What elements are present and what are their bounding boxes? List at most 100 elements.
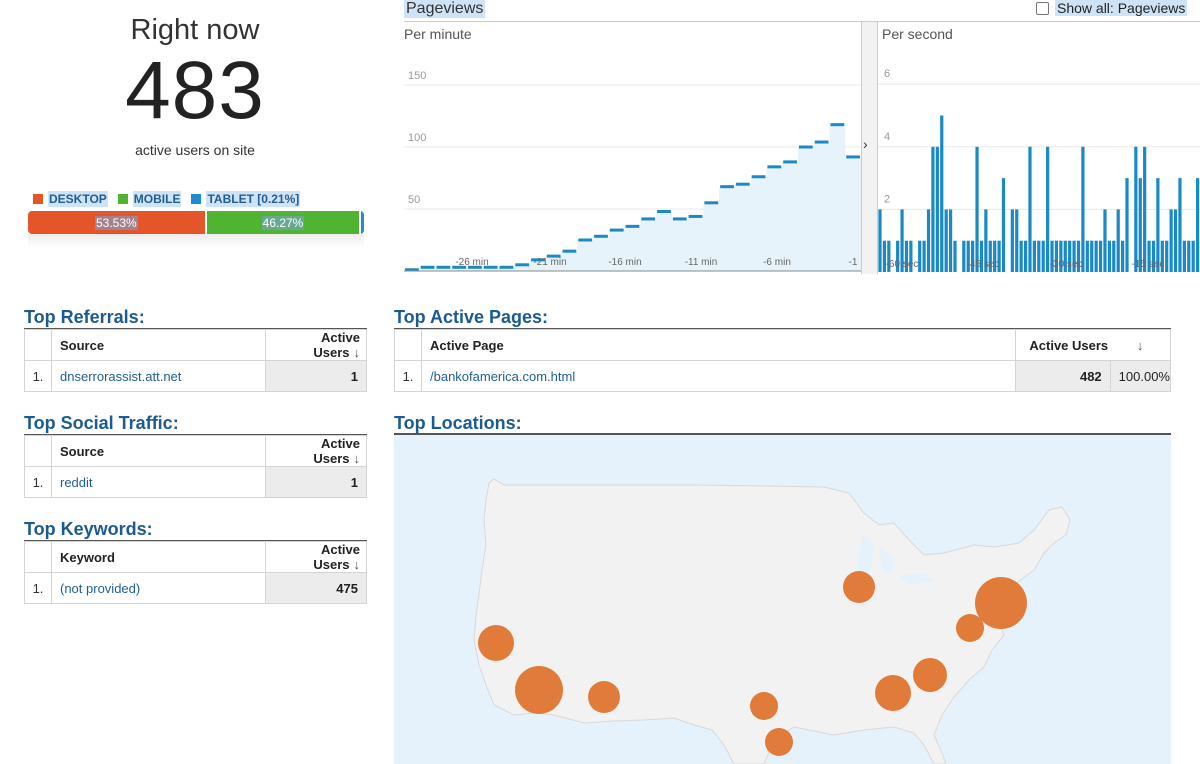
per-minute-step[interactable] xyxy=(609,228,624,232)
per-minute-step[interactable] xyxy=(657,209,671,213)
per-second-bar[interactable] xyxy=(1138,178,1142,272)
per-second-bar[interactable] xyxy=(926,209,931,272)
per-second-bar[interactable] xyxy=(922,240,926,272)
per-second-bar[interactable] xyxy=(1134,146,1138,272)
per-second-bar[interactable] xyxy=(918,240,922,272)
per-minute-step[interactable] xyxy=(420,265,435,269)
per-second-bar[interactable] xyxy=(1098,240,1103,272)
per-second-bar[interactable] xyxy=(1143,146,1147,272)
show-all-checkbox[interactable] xyxy=(1036,1,1049,15)
per-second-bar[interactable] xyxy=(940,115,944,273)
source-column-header[interactable]: Source xyxy=(51,329,266,361)
per-second-bar[interactable] xyxy=(1121,240,1125,272)
per-second-bar[interactable] xyxy=(1156,178,1160,272)
per-minute-step[interactable] xyxy=(735,182,750,186)
per-minute-step[interactable] xyxy=(578,238,593,242)
per-second-bar[interactable] xyxy=(1107,240,1111,272)
active-users-column-header[interactable]: Active Users xyxy=(1014,329,1111,361)
location-bubble[interactable] xyxy=(956,614,984,642)
per-minute-step[interactable] xyxy=(562,249,577,253)
per-minute-step[interactable] xyxy=(767,165,782,169)
per-second-bar[interactable] xyxy=(1028,146,1032,272)
per-second-bar[interactable] xyxy=(1191,240,1195,272)
per-second-bar[interactable] xyxy=(975,146,979,272)
sort-arrow-icon[interactable]: ↓ xyxy=(1137,338,1144,353)
per-second-bar[interactable] xyxy=(1032,240,1036,272)
location-bubble[interactable] xyxy=(765,728,793,756)
per-minute-step[interactable] xyxy=(641,217,656,221)
per-second-bar[interactable] xyxy=(931,146,935,272)
keyword-link[interactable]: (not provided) xyxy=(51,572,266,604)
per-second-bar[interactable] xyxy=(1178,178,1182,272)
locations-map[interactable] xyxy=(394,435,1171,764)
active-users-column-header[interactable]: Active Users ↓ xyxy=(265,435,367,467)
sort-arrow-icon[interactable]: ↓ xyxy=(354,557,361,572)
location-bubble[interactable] xyxy=(913,658,947,692)
per-second-bar[interactable] xyxy=(1046,146,1050,272)
per-second-bar[interactable] xyxy=(1195,178,1200,272)
per-minute-step[interactable] xyxy=(798,145,813,149)
legend-desktop[interactable]: DESKTOP xyxy=(33,191,108,207)
location-bubble[interactable] xyxy=(588,681,620,713)
per-second-bar[interactable] xyxy=(1103,209,1107,272)
per-second-bar[interactable] xyxy=(935,146,939,272)
per-minute-step[interactable] xyxy=(594,234,608,238)
chevron-right-icon[interactable]: › xyxy=(863,136,868,152)
location-bubble[interactable] xyxy=(843,571,875,603)
per-minute-step[interactable] xyxy=(625,224,640,228)
per-second-bar[interactable] xyxy=(1094,240,1098,272)
per-minute-step[interactable] xyxy=(704,201,719,205)
per-minute-step[interactable] xyxy=(688,214,703,218)
per-second-bar[interactable] xyxy=(962,240,966,272)
per-minute-step[interactable] xyxy=(499,265,514,269)
per-second-bar[interactable] xyxy=(1182,240,1186,272)
per-second-bar[interactable] xyxy=(1023,240,1028,272)
legend-tablet[interactable]: TABLET [0.21%] xyxy=(191,191,301,207)
per-second-bar[interactable] xyxy=(1037,240,1041,272)
per-second-bar[interactable] xyxy=(1085,240,1089,272)
per-minute-step[interactable] xyxy=(751,175,766,179)
keyword-column-header[interactable]: Keyword xyxy=(51,541,266,573)
sort-column[interactable]: ↓ xyxy=(1110,329,1172,361)
per-second-bar[interactable] xyxy=(948,209,953,272)
per-second-bar[interactable] xyxy=(1019,240,1023,272)
source-column-header[interactable]: Source xyxy=(51,435,266,467)
location-bubble[interactable] xyxy=(875,675,911,711)
active-users-column-header[interactable]: Active Users ↓ xyxy=(265,541,367,573)
per-minute-step[interactable] xyxy=(846,155,860,159)
per-second-bar[interactable] xyxy=(1165,240,1169,272)
location-bubble[interactable] xyxy=(478,625,514,661)
device-segment[interactable] xyxy=(361,211,364,234)
per-second-bar[interactable] xyxy=(1015,209,1019,272)
sort-arrow-icon[interactable]: ↓ xyxy=(354,345,361,360)
location-bubble[interactable] xyxy=(975,577,1027,629)
location-bubble[interactable] xyxy=(750,692,778,720)
per-second-bar[interactable] xyxy=(1169,209,1173,272)
per-second-bar[interactable] xyxy=(1173,209,1178,272)
per-minute-step[interactable] xyxy=(515,263,530,267)
per-second-bar[interactable] xyxy=(1187,240,1191,272)
show-all-pageviews-toggle[interactable]: Show all: Pageviews xyxy=(1036,0,1188,16)
per-minute-step[interactable] xyxy=(830,123,845,127)
per-minute-step[interactable] xyxy=(783,160,797,164)
per-minute-step[interactable] xyxy=(436,265,451,269)
device-segment[interactable]: 46.27% xyxy=(206,211,360,234)
active-page-column-header[interactable]: Active Page xyxy=(421,329,1016,361)
social-source-link[interactable]: reddit xyxy=(51,466,266,498)
device-segment[interactable]: 53.53% xyxy=(28,211,205,234)
legend-mobile[interactable]: MOBILE xyxy=(117,191,182,207)
per-second-bar[interactable] xyxy=(1116,209,1120,272)
per-second-bar[interactable] xyxy=(1010,209,1014,272)
referral-source-link[interactable]: dnserrorassist.att.net xyxy=(51,360,266,392)
active-page-link[interactable]: /bankofamerica.com.html xyxy=(421,360,1016,392)
active-users-column-header[interactable]: Active Users ↓ xyxy=(265,329,367,361)
sort-arrow-icon[interactable]: ↓ xyxy=(354,451,361,466)
per-second-bar[interactable] xyxy=(1081,146,1085,272)
per-second-bar[interactable] xyxy=(878,209,882,272)
per-second-bar[interactable] xyxy=(1090,240,1094,272)
per-second-bar[interactable] xyxy=(1112,240,1116,272)
per-second-bar[interactable] xyxy=(944,209,948,272)
per-minute-step[interactable] xyxy=(720,185,734,189)
per-second-bar[interactable] xyxy=(1041,240,1045,272)
per-second-bar[interactable] xyxy=(953,240,957,272)
